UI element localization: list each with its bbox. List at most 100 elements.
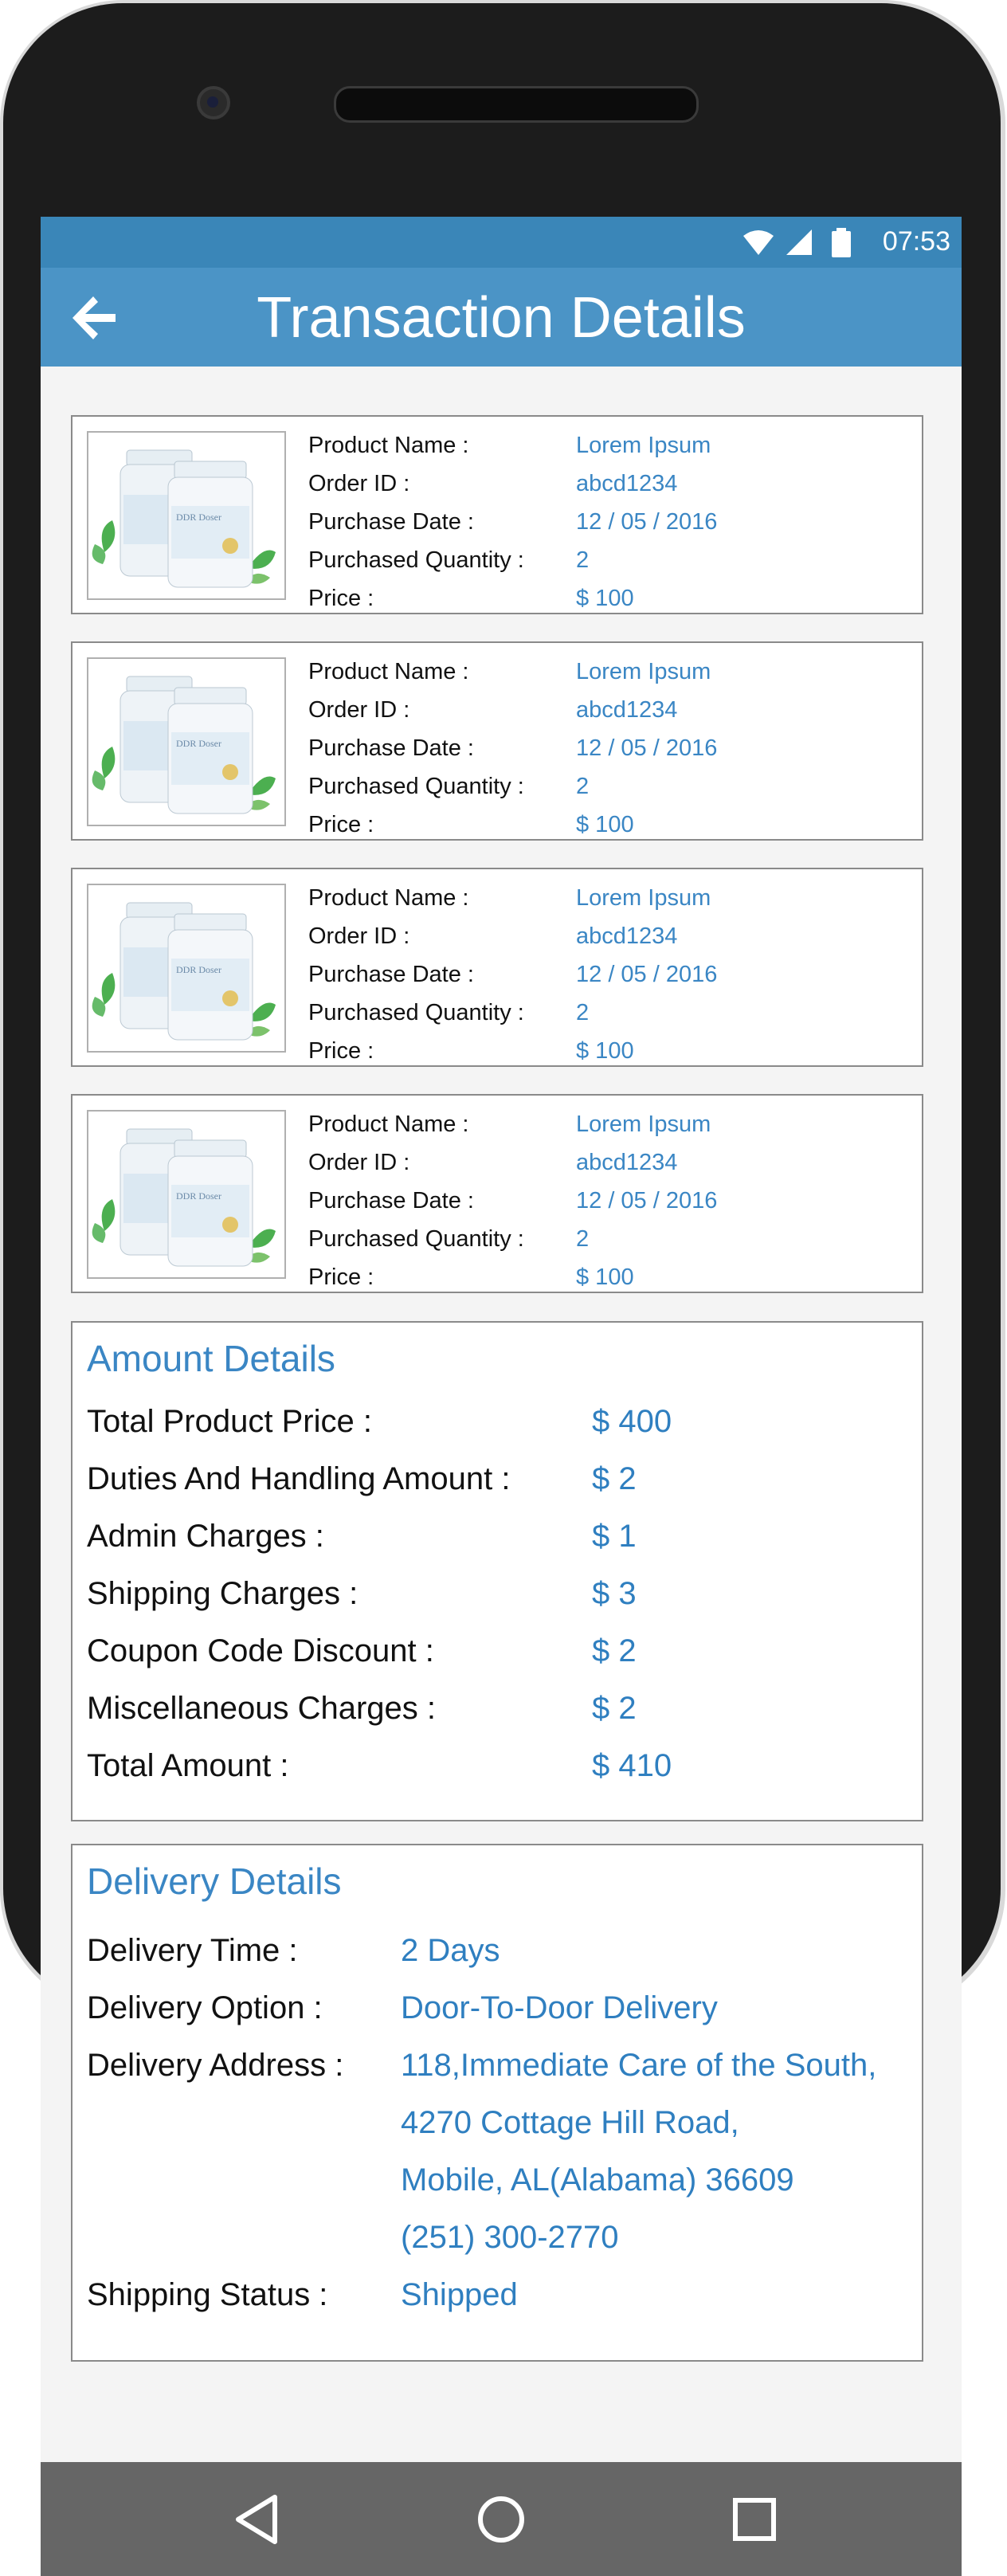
product-info-value: 12 / 05 / 2016: [576, 962, 718, 987]
product-info-value: 2: [576, 547, 590, 573]
delivery-address-line: 4270 Cottage Hill Road,: [401, 2105, 739, 2140]
android-nav-bar: [41, 2462, 962, 2576]
product-info-label: Purchased Quantity :: [308, 1226, 524, 1252]
product-info-label: Order ID :: [308, 697, 410, 723]
product-info-value: 2: [576, 1000, 590, 1025]
product-info-label: Purchase Date :: [308, 735, 474, 761]
product-info-label: Order ID :: [308, 471, 410, 496]
product-info-label: Purchase Date :: [308, 1188, 474, 1214]
product-info-value: abcd1234: [576, 697, 678, 723]
amount-details-card: Amount Details Total Product Price : $ 40…: [71, 1321, 923, 1821]
delivery-phone: (251) 300-2770: [401, 2220, 619, 2255]
product-info-label: Purchased Quantity :: [308, 1000, 524, 1025]
product-info-value: abcd1234: [576, 1150, 678, 1175]
svg-text:DDR Doser: DDR Doser: [176, 964, 221, 975]
amount-value: $ 410: [592, 1748, 672, 1783]
product-info-value: abcd1234: [576, 471, 678, 496]
wifi-icon: [743, 230, 774, 255]
product-info-label: Price :: [308, 1264, 374, 1290]
svg-text:DDR Doser: DDR Doser: [176, 512, 221, 523]
shipping-status-label: Shipping Status :: [87, 2277, 328, 2312]
delivery-details-title: Delivery Details: [87, 1860, 342, 1902]
product-info-label: Product Name :: [308, 1112, 469, 1137]
product-info-value: 12 / 05 / 2016: [576, 509, 718, 535]
product-info-value: abcd1234: [576, 923, 678, 949]
product-info-row: Purchased Quantity : 2: [308, 1220, 717, 1258]
product-info-row: Price : $ 100: [308, 579, 717, 618]
delivery-address-line: Mobile, AL(Alabama) 36609: [401, 2162, 794, 2198]
amount-value: $ 2: [592, 1461, 637, 1496]
product-info-value: $ 100: [576, 1264, 634, 1290]
product-info-value: 2: [576, 1226, 590, 1252]
delivery-details-card: Delivery Details Delivery Time : 2 Days …: [71, 1844, 923, 2362]
amount-value: $ 400: [592, 1404, 672, 1439]
amount-value: $ 2: [592, 1633, 637, 1668]
product-info-value: $ 100: [576, 812, 634, 837]
nav-home-icon[interactable]: [469, 2488, 533, 2551]
product-info-row: Purchased Quantity : 2: [308, 541, 717, 579]
delivery-address-line: 118,Immediate Care of the South,: [401, 2048, 877, 2083]
product-info: Product Name : Lorem Ipsum Order ID : abcd1…: [308, 426, 717, 618]
product-info-label: Purchase Date :: [308, 962, 474, 987]
product-info-value: Lorem Ipsum: [576, 1112, 711, 1137]
product-card[interactable]: DDR Doser Product Name : Lorem Ipsum Order…: [71, 415, 923, 614]
product-info-row: Product Name : Lorem Ipsum: [308, 426, 717, 465]
svg-text:DDR Doser: DDR Doser: [176, 738, 221, 749]
amount-label: Admin Charges :: [87, 1519, 324, 1554]
product-image: DDR Doser: [87, 884, 286, 1053]
signal-icon: [786, 229, 812, 255]
product-info-row: Purchased Quantity : 2: [308, 994, 717, 1032]
product-info-row: Price : $ 100: [308, 1032, 717, 1070]
nav-recents-icon[interactable]: [723, 2488, 786, 2551]
product-info-row: Order ID : abcd1234: [308, 465, 717, 503]
product-info-label: Product Name :: [308, 433, 469, 458]
amount-label: Shipping Charges :: [87, 1576, 359, 1611]
product-card[interactable]: DDR Doser Product Name : Lorem Ipsum Order…: [71, 868, 923, 1067]
product-info-row: Purchase Date : 12 / 05 / 2016: [308, 503, 717, 541]
app-screen: 07:53 Transaction Details DDR Doser Prod…: [41, 217, 962, 2576]
amount-details-title: Amount Details: [87, 1338, 335, 1379]
product-info-value: $ 100: [576, 1038, 634, 1064]
amount-label: Total Product Price :: [87, 1404, 372, 1439]
product-info-label: Order ID :: [308, 1150, 410, 1175]
amount-label: Coupon Code Discount :: [87, 1633, 434, 1668]
product-info-row: Product Name : Lorem Ipsum: [308, 653, 717, 691]
svg-text:DDR Doser: DDR Doser: [176, 1190, 221, 1202]
product-info-row: Order ID : abcd1234: [308, 1143, 717, 1182]
product-info-label: Purchase Date :: [308, 509, 474, 535]
product-card[interactable]: DDR Doser Product Name : Lorem Ipsum Order…: [71, 641, 923, 841]
nav-back-icon[interactable]: [227, 2488, 291, 2551]
delivery-option-value: Door-To-Door Delivery: [401, 1990, 718, 2025]
status-time: 07:53: [882, 226, 950, 257]
product-info-row: Order ID : abcd1234: [308, 917, 717, 955]
product-info-row: Purchase Date : 12 / 05 / 2016: [308, 1182, 717, 1220]
delivery-time-label: Delivery Time :: [87, 1933, 298, 1968]
status-bar: 07:53: [41, 217, 962, 268]
battery-icon: [832, 228, 851, 257]
product-info-label: Price :: [308, 1038, 374, 1064]
shipping-status-value: Shipped: [401, 2277, 518, 2312]
product-image: DDR Doser: [87, 431, 286, 600]
product-image: DDR Doser: [87, 1110, 286, 1279]
product-info-label: Order ID :: [308, 923, 410, 949]
delivery-time-value: 2 Days: [401, 1933, 500, 1968]
product-info-row: Product Name : Lorem Ipsum: [308, 879, 717, 917]
product-info: Product Name : Lorem Ipsum Order ID : abcd1…: [308, 653, 717, 844]
delivery-option-label: Delivery Option :: [87, 1990, 323, 2025]
product-info-row: Price : $ 100: [308, 1258, 717, 1296]
product-info-label: Product Name :: [308, 659, 469, 684]
product-info-row: Purchase Date : 12 / 05 / 2016: [308, 955, 717, 994]
delivery-address-label: Delivery Address :: [87, 2048, 344, 2083]
product-info-row: Purchase Date : 12 / 05 / 2016: [308, 729, 717, 767]
product-info-value: Lorem Ipsum: [576, 433, 711, 458]
product-info-row: Price : $ 100: [308, 806, 717, 844]
product-info-row: Product Name : Lorem Ipsum: [308, 1105, 717, 1143]
app-bar: Transaction Details: [41, 268, 962, 367]
product-info-row: Purchased Quantity : 2: [308, 767, 717, 806]
product-info: Product Name : Lorem Ipsum Order ID : abcd1…: [308, 879, 717, 1070]
amount-label: Duties And Handling Amount :: [87, 1461, 511, 1496]
product-info-value: 12 / 05 / 2016: [576, 735, 718, 761]
product-info-label: Product Name :: [308, 885, 469, 911]
product-info-row: Order ID : abcd1234: [308, 691, 717, 729]
product-card[interactable]: DDR Doser Product Name : Lorem Ipsum Order…: [71, 1094, 923, 1293]
